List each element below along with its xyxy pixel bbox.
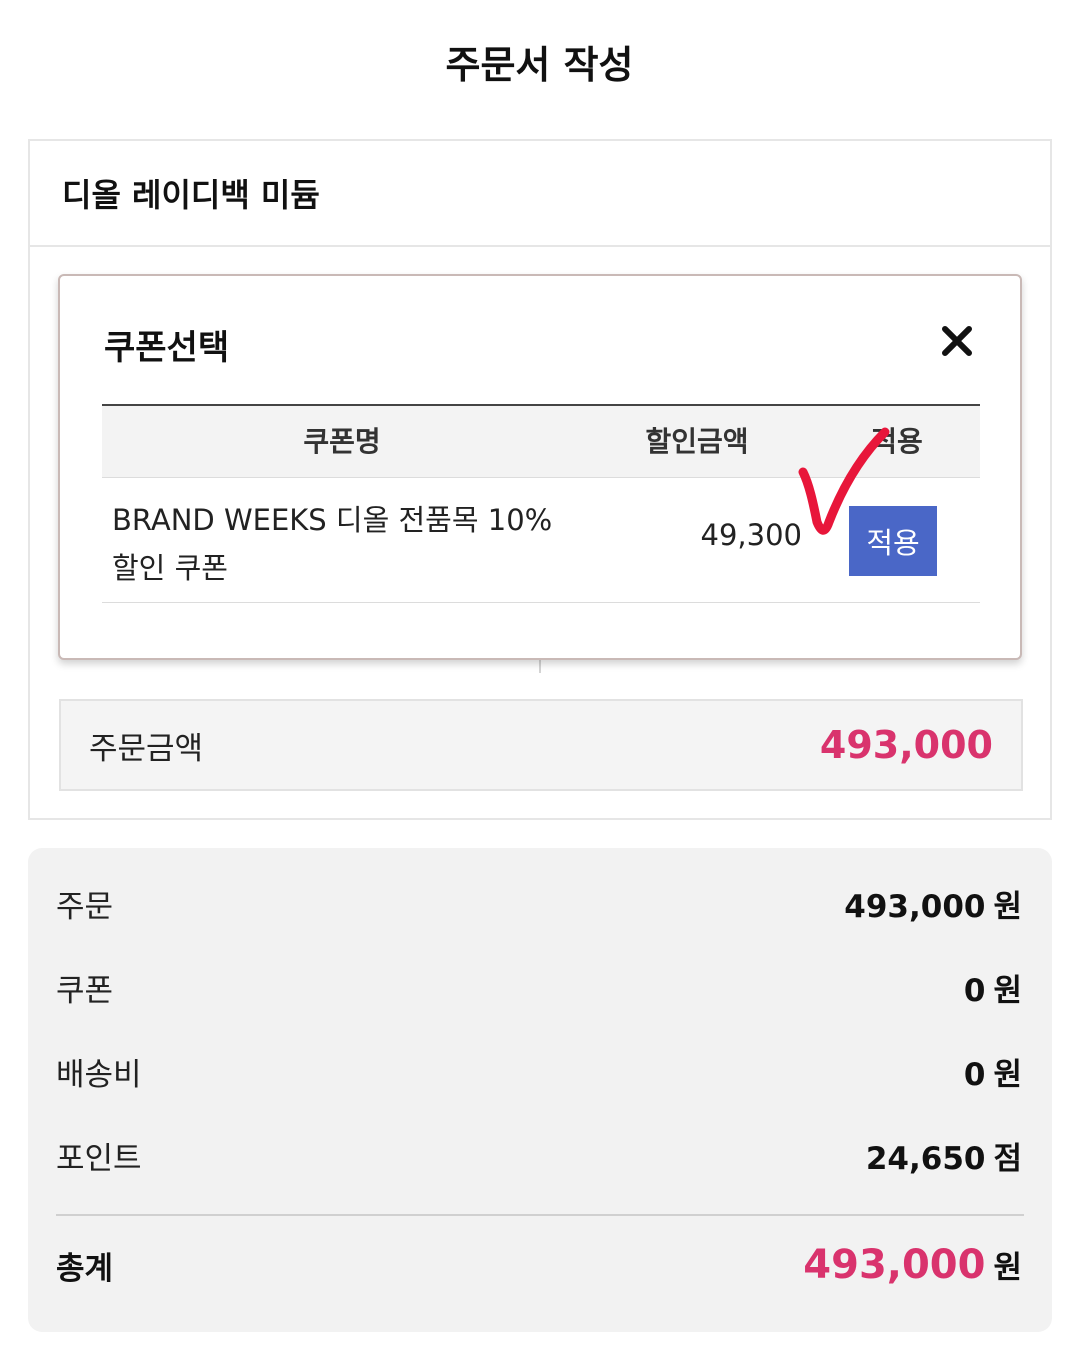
order-unit: 원 xyxy=(993,888,1022,925)
shipping-value: 0 xyxy=(963,1056,986,1093)
total-unit: 원 xyxy=(993,1250,1022,1286)
summary-label-total: 총계 xyxy=(56,1250,114,1287)
summary-row-order: 주문 493,000 원 xyxy=(56,878,1022,928)
coupon-select-modal: 쿠폰선택 쿠폰명 할인금액 적용 BRAND WEEKS 디올 전품목 10% … xyxy=(58,274,1022,660)
coupon-unit: 원 xyxy=(993,972,1022,1009)
product-name: 디올 레이디백 미듐 xyxy=(62,176,320,214)
payment-summary-panel: 주문 493,000 원 쿠폰 0원 배송비 0원 포인트 24,650 점 총계 … xyxy=(28,848,1052,1332)
coupon-name: BRAND WEEKS 디올 전품목 10% 할인 쿠폰 xyxy=(112,496,582,592)
column-header-discount: 할인금액 xyxy=(645,425,749,458)
coupon-name-line-1: BRAND WEEKS 디올 전품목 10% xyxy=(112,503,553,537)
close-icon[interactable] xyxy=(940,324,974,358)
order-amount-label: 주문금액 xyxy=(89,730,204,767)
summary-row-shipping: 배송비 0원 xyxy=(56,1046,1022,1096)
summary-row-coupon: 쿠폰 0원 xyxy=(56,962,1022,1012)
order-amount-box: 주문금액 493,000 xyxy=(59,699,1023,791)
points-unit: 점 xyxy=(993,1140,1022,1177)
shipping-unit: 원 xyxy=(993,1056,1022,1093)
summary-row-points: 포인트 24,650 점 xyxy=(56,1130,1022,1180)
summary-value-shipping: 0원 xyxy=(964,1049,1022,1094)
coupon-name-line-2: 할인 쿠폰 xyxy=(112,551,228,585)
summary-row-total: 총계 493,000 원 xyxy=(56,1240,1022,1290)
summary-value-points: 24,650 점 xyxy=(866,1133,1022,1178)
red-checkmark-icon xyxy=(798,427,890,535)
summary-value-coupon: 0원 xyxy=(964,965,1022,1010)
summary-value-order: 493,000 원 xyxy=(844,881,1022,926)
order-amount-value: 493,000 xyxy=(819,723,993,767)
modal-title: 쿠폰선택 xyxy=(104,328,230,368)
summary-label-shipping: 배송비 xyxy=(56,1056,142,1093)
summary-label-coupon: 쿠폰 xyxy=(56,972,114,1009)
summary-label-points: 포인트 xyxy=(56,1140,142,1177)
points-value: 24,650 xyxy=(865,1140,986,1177)
coupon-discount-amount: 49,300 xyxy=(700,518,802,552)
summary-value-total: 493,000 원 xyxy=(803,1242,1022,1288)
product-header: 디올 레이디백 미듐 xyxy=(30,141,1050,247)
summary-divider xyxy=(56,1214,1024,1216)
column-header-coupon-name: 쿠폰명 xyxy=(303,425,381,458)
order-value: 493,000 xyxy=(844,888,986,925)
coupon-value: 0 xyxy=(963,972,986,1009)
total-value: 493,000 xyxy=(803,1242,986,1288)
page-title: 주문서 작성 xyxy=(445,43,634,87)
order-form-page: 주문서 작성 디올 레이디백 미듐 주문금액 493,000 쿠폰선택 쿠폰명 … xyxy=(0,0,1079,1370)
summary-label-order: 주문 xyxy=(56,888,114,925)
